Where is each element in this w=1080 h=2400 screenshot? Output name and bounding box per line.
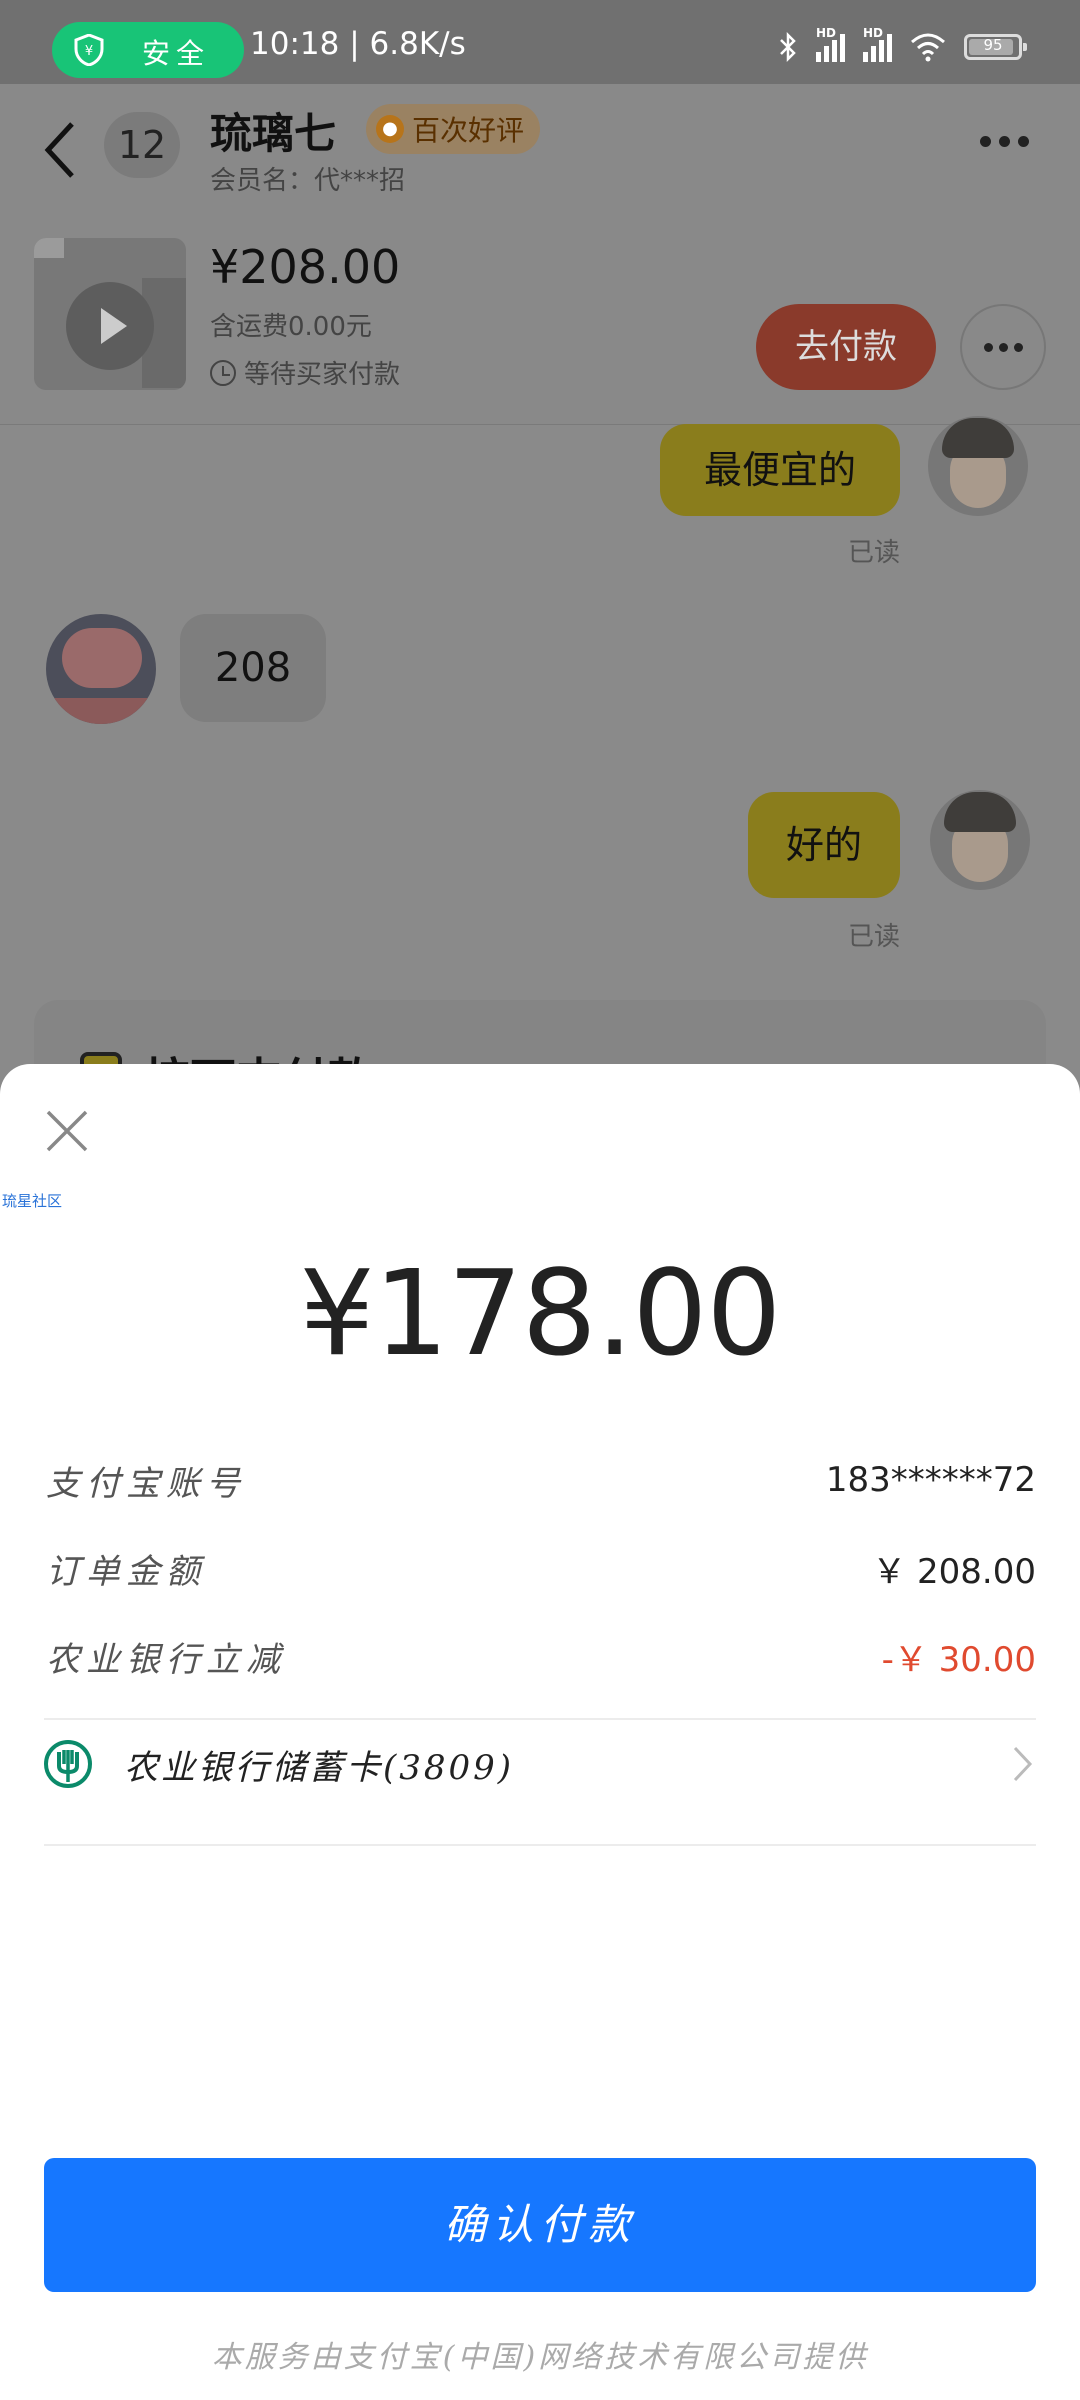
separator: | — [349, 26, 370, 62]
row-label: 支付宝账号 — [46, 1463, 246, 1504]
security-label: 安全 — [142, 37, 211, 70]
svg-text:¥: ¥ — [85, 44, 93, 59]
medal-icon: ● — [376, 115, 404, 143]
battery-level: 95 — [983, 36, 1003, 54]
unread-count-badge[interactable]: 12 — [104, 112, 180, 178]
wifi-icon — [911, 33, 945, 62]
confirm-payment-button[interactable]: 确认付款 — [44, 2158, 1036, 2292]
abc-bank-logo-icon — [44, 1740, 92, 1788]
shield-icon: ¥ — [74, 34, 104, 66]
read-receipt: 已读 — [848, 538, 901, 568]
avatar[interactable] — [46, 614, 156, 724]
time-speed: 10:18 | 6.8K/s — [250, 26, 466, 62]
praise-label: 百次好评 — [412, 114, 525, 147]
clock-time: 10:18 — [250, 26, 340, 62]
row-value: 183******72 — [825, 1460, 1036, 1500]
divider — [44, 1844, 1036, 1846]
message-bubble-sent[interactable]: 最便宜的 — [660, 424, 900, 516]
clock-icon — [210, 359, 236, 386]
status-bar: ¥ 安全 10:18 | 6.8K/s HD HD 95 — [0, 0, 1080, 84]
message-bubble-sent[interactable]: 好的 — [748, 792, 900, 898]
message-bubble-received[interactable]: 208 — [180, 614, 326, 722]
discount-value: -￥ 30.00 — [881, 1639, 1036, 1680]
service-provider-note: 本服务由支付宝(中国)网络技术有限公司提供 — [211, 2340, 869, 2375]
read-receipt: 已读 — [848, 922, 901, 952]
hd-label: HD — [863, 26, 884, 40]
discount-row: 农业银行立减 -￥ 30.00 — [46, 1626, 1036, 1686]
shipping-fee: 含运费0.00元 — [210, 312, 372, 342]
order-amount-row: 订单金额 ￥ 208.00 — [46, 1538, 1036, 1598]
order-more-button[interactable] — [960, 304, 1046, 390]
network-speed: 6.8K/s — [369, 26, 466, 62]
order-status-text: 等待买家付款 — [244, 360, 401, 390]
chevron-right-icon — [1013, 1746, 1033, 1782]
contact-name: 琉璃七 — [210, 109, 337, 158]
avatar[interactable] — [930, 790, 1030, 890]
payment-method-row[interactable]: 农业银行储蓄卡(3809) — [44, 1718, 1036, 1808]
alipay-account-row: 支付宝账号 183******72 — [46, 1450, 1036, 1510]
order-status: 等待买家付款 — [210, 354, 400, 391]
order-price: ¥208.00 — [210, 240, 401, 294]
bank-card-label: 农业银行储蓄卡(3809) — [124, 1748, 515, 1788]
system-icons: HD HD 95 — [778, 26, 1027, 66]
go-pay-button[interactable]: 去付款 — [756, 304, 936, 390]
payment-amount: ¥178.00 — [299, 1244, 782, 1382]
battery-icon: 95 — [964, 34, 1027, 60]
row-value: ￥ 208.00 — [872, 1551, 1036, 1592]
row-label: 订单金额 — [46, 1551, 206, 1592]
security-pill[interactable]: ¥ 安全 — [52, 22, 244, 78]
bluetooth-icon — [780, 31, 796, 63]
praise-badge: ● 百次好评 — [366, 104, 541, 154]
product-thumbnail[interactable] — [34, 238, 186, 390]
member-name: 会员名：代***招 — [210, 166, 406, 196]
signal-2-icon: HD — [863, 26, 892, 62]
back-arrow-icon[interactable] — [40, 118, 80, 182]
play-icon[interactable] — [66, 282, 154, 370]
row-label: 农业银行立减 — [46, 1639, 286, 1680]
watermark: 琉星社区 — [2, 1192, 63, 1210]
avatar[interactable] — [928, 416, 1028, 516]
more-options-icon[interactable] — [980, 136, 1029, 147]
close-icon[interactable] — [44, 1108, 90, 1154]
hd-label: HD — [816, 26, 837, 40]
signal-1-icon: HD — [816, 26, 845, 62]
